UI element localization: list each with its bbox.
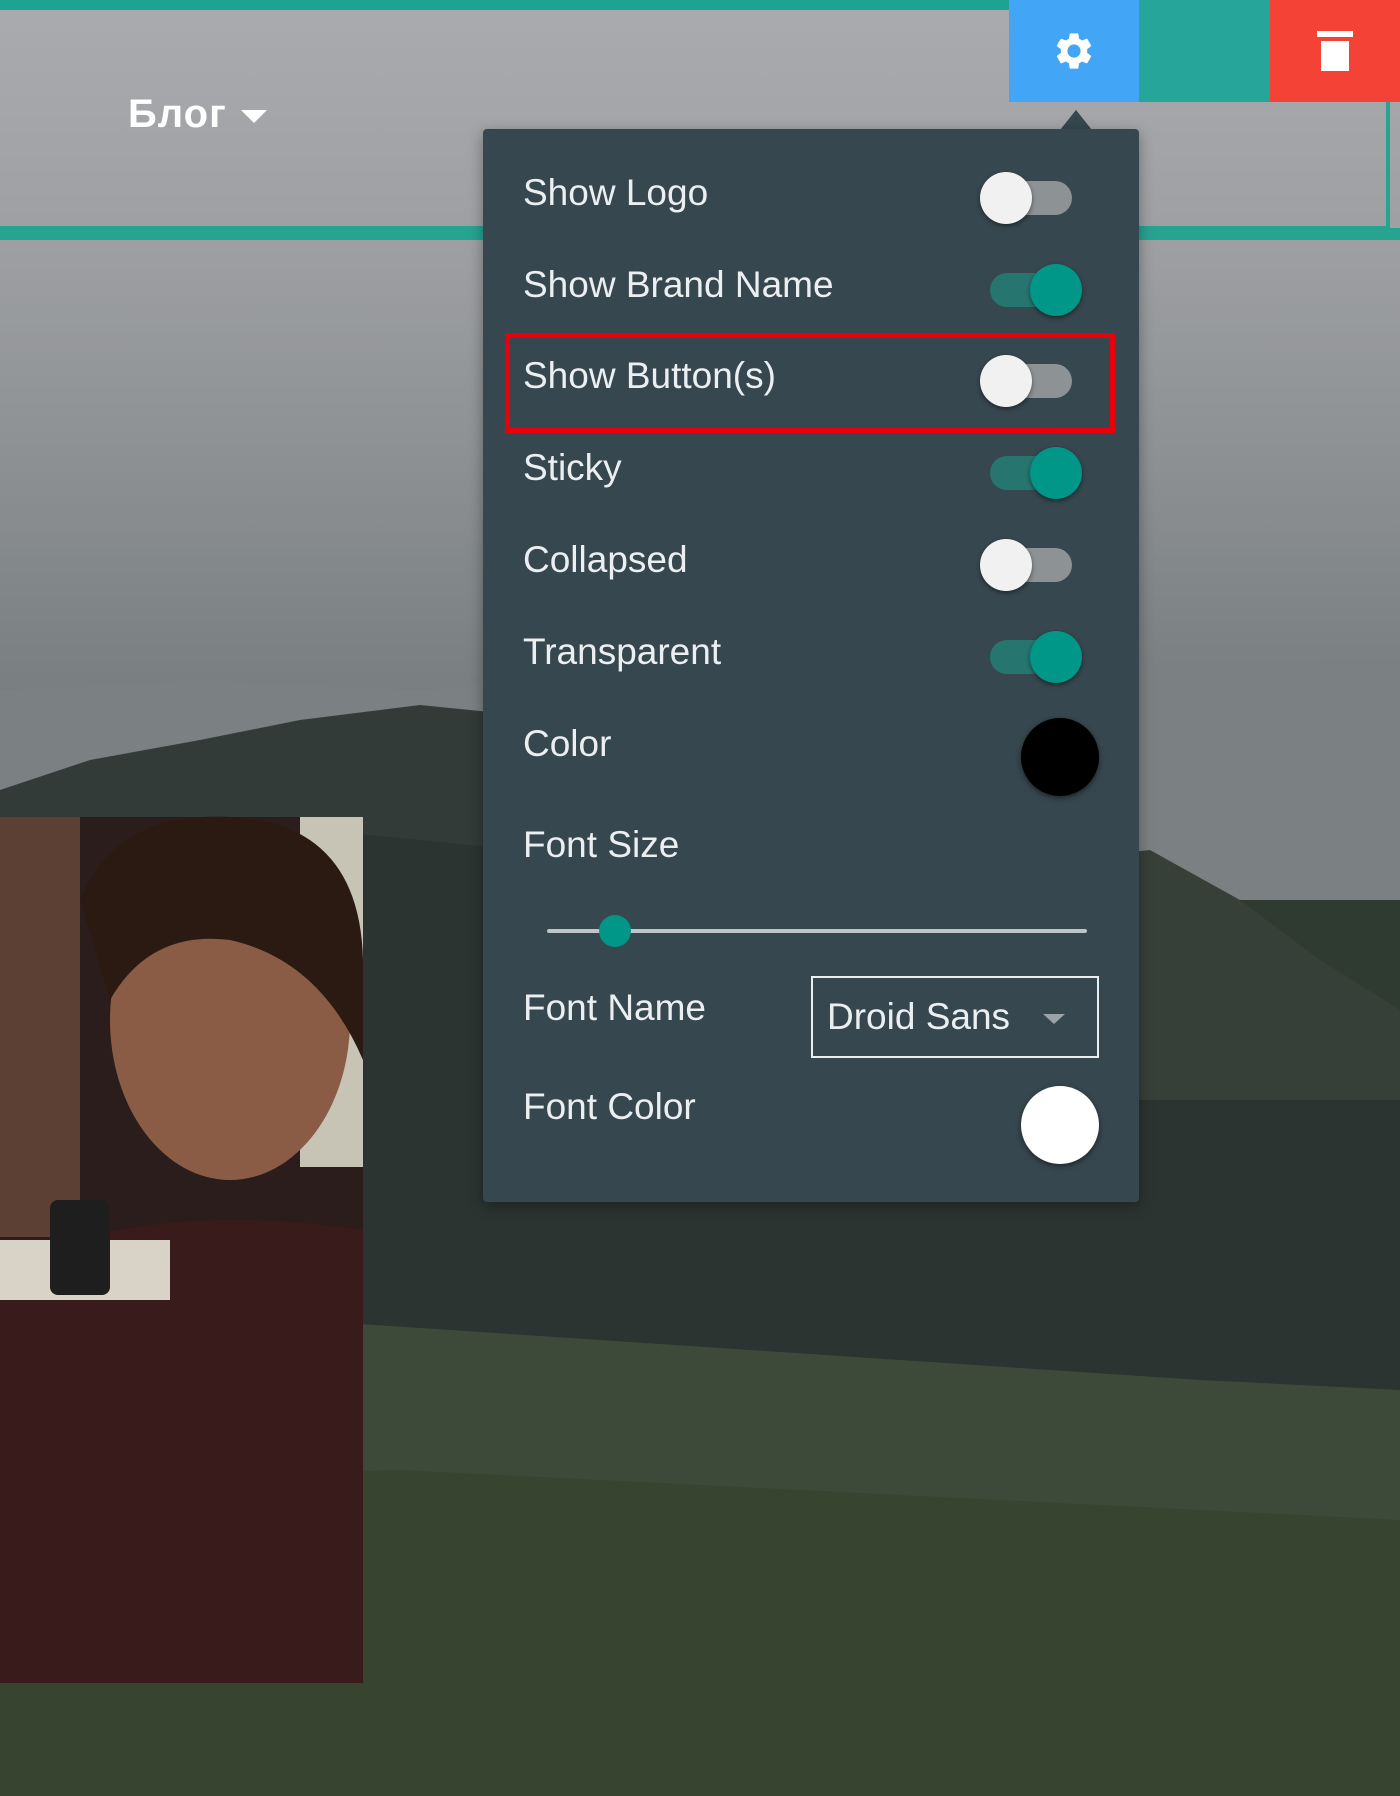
dropdown-caret-icon (1043, 1014, 1065, 1024)
toggle-thumb (1030, 264, 1082, 316)
trash-icon (1317, 31, 1353, 71)
toggle-label-transparent: Transparent (523, 631, 722, 672)
toggle-label-show-logo: Show Logo (523, 172, 709, 213)
delete-button[interactable] (1270, 0, 1400, 102)
toggle-thumb (1030, 631, 1082, 683)
toggle-thumb (1030, 447, 1082, 499)
toggle-label-collapsed: Collapsed (523, 539, 688, 580)
font-size-slider[interactable] (547, 915, 1087, 947)
toggle-thumb (980, 539, 1032, 591)
highlight-box (505, 333, 1115, 433)
settings-panel: Show Logo Show Brand Name Show Button(s) St… (483, 129, 1139, 1202)
font-name-value: Droid Sans (827, 996, 1011, 1037)
toggle-switch-collapsed[interactable] (980, 536, 1084, 592)
toggle-label-sticky: Sticky (523, 447, 622, 488)
caret-down-icon (240, 110, 267, 123)
toggle-switch-sticky[interactable] (980, 444, 1084, 500)
font-name-select[interactable]: Droid Sans (811, 976, 1099, 1058)
gear-icon (1056, 33, 1092, 69)
color-swatch[interactable] (1021, 718, 1099, 796)
font-size-label: Font Size (523, 824, 680, 865)
person-photo (0, 816, 363, 1683)
font-name-label: Font Name (523, 987, 707, 1028)
color-label: Color (523, 723, 612, 764)
toggle-switch-transparent[interactable] (980, 628, 1084, 684)
toggle-thumb (980, 172, 1032, 224)
toolbar-spacer-button[interactable] (1139, 0, 1270, 102)
nav-menu-blog[interactable]: Блог (128, 92, 267, 137)
toggle-label-show-brand-name: Show Brand Name (523, 264, 834, 305)
toggle-switch-show-logo[interactable] (980, 169, 1084, 225)
font-size-slider-thumb[interactable] (599, 915, 632, 947)
nav-menu-blog-label: Блог (128, 92, 227, 136)
font-color-label: Font Color (523, 1086, 696, 1127)
font-color-swatch[interactable] (1021, 1086, 1099, 1164)
settings-button[interactable] (1009, 0, 1139, 102)
panel-pointer (1060, 110, 1092, 130)
toggle-switch-show-brand-name[interactable] (980, 261, 1084, 317)
